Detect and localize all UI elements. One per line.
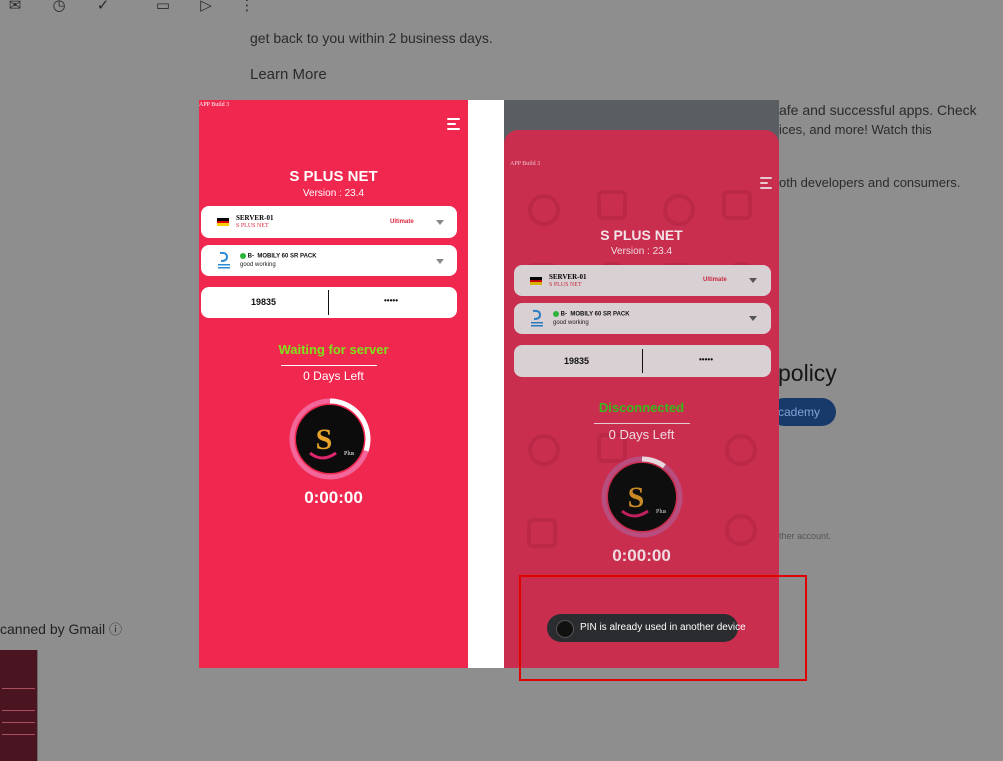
package-name-text: B- MOBILY 60 SR PACK (247, 253, 317, 260)
status-dot-icon (240, 253, 246, 259)
chevron-down-icon (749, 278, 757, 283)
add-task-icon[interactable]: ✓ (94, 0, 112, 14)
package-selector[interactable]: B- MOBILY 60 SR PACK good working (201, 245, 457, 276)
pin-field[interactable]: 19835 ••••• (201, 287, 457, 318)
mobily-logo-icon (218, 251, 230, 269)
germany-flag-icon (217, 218, 229, 226)
server-subtitle: S PLUS NET (549, 282, 582, 288)
chevron-down-icon (436, 259, 444, 264)
app-title: S PLUS NET (600, 227, 683, 243)
mobily-logo-icon (531, 309, 543, 327)
package-name-text: B- MOBILY 60 SR PACK (560, 311, 630, 318)
policy-heading: policy (778, 360, 837, 386)
days-left: 0 Days Left (303, 369, 364, 383)
pin-divider (328, 290, 329, 315)
pin-value[interactable]: 19835 (251, 297, 276, 307)
move-to-icon[interactable]: ▭ (154, 0, 172, 14)
gmail-toolbar: ✉ ◷ ✓ ▭ ▷ ⋮ (0, 0, 1003, 16)
status-dot-icon (553, 311, 559, 317)
session-timer: 0:00:00 (304, 488, 363, 507)
footer-text: ther account. (779, 531, 832, 541)
attachment-thumbnail[interactable] (0, 650, 38, 761)
status-underline (594, 423, 690, 424)
server-tier-label: Ultimate (703, 277, 727, 283)
pin-value[interactable]: 19835 (564, 356, 589, 366)
s-logo-icon: S (316, 423, 333, 456)
email-body-text: get back to you within 2 business days. (250, 30, 493, 46)
password-value[interactable]: ••••• (384, 296, 398, 305)
label-icon[interactable]: ▷ (197, 0, 215, 14)
server-subtitle: S PLUS NET (236, 223, 269, 229)
package-name: B- MOBILY 60 SR PACK (553, 311, 630, 318)
app-build-label: APP Build 3 (510, 161, 541, 167)
app-version: Version : 23.4 (610, 246, 673, 257)
server-selector[interactable]: SERVER-01 S PLUS NET Ultimate (514, 265, 771, 296)
password-value[interactable]: ••••• (699, 355, 713, 364)
scanned-text: canned by Gmail (0, 621, 106, 637)
chevron-down-icon (749, 316, 757, 321)
left-app-screenshot: APP Build 3 S PLUS NET Version : 23.4 SE… (199, 100, 468, 668)
connection-status: Waiting for server (278, 342, 389, 357)
svg-text:Plus: Plus (656, 509, 667, 515)
clock-icon[interactable]: ◷ (50, 0, 68, 14)
app-title: S PLUS NET (289, 168, 378, 185)
package-name: B- MOBILY 60 SR PACK (240, 253, 317, 260)
connect-button[interactable]: S Plus (600, 455, 684, 539)
connect-button[interactable]: S Plus (288, 397, 372, 481)
divider-panel (468, 100, 504, 668)
session-timer: 0:00:00 (612, 546, 671, 565)
pin-field[interactable]: 19835 ••••• (514, 345, 771, 377)
connect-ring[interactable]: S Plus (288, 397, 372, 481)
menu-icon[interactable] (760, 177, 772, 192)
highlight-box (519, 575, 807, 681)
mail-icon[interactable]: ✉ (6, 0, 24, 14)
connect-ring[interactable]: S Plus (600, 455, 684, 539)
server-name: SERVER-01 (236, 214, 274, 222)
scanned-by-gmail-label: canned by Gmail ⓘ (0, 619, 122, 638)
email-body-text: oth developers and consumers. (779, 175, 961, 190)
package-selector[interactable]: B- MOBILY 60 SR PACK good working (514, 303, 771, 334)
status-underline (281, 365, 377, 366)
days-left: 0 Days Left (608, 427, 675, 442)
pin-divider (642, 349, 643, 373)
server-name: SERVER-01 (549, 273, 587, 281)
package-subtitle: good working (553, 320, 589, 326)
academy-button[interactable]: cademy (770, 398, 836, 426)
chevron-down-icon (436, 220, 444, 225)
more-vert-icon[interactable]: ⋮ (238, 0, 256, 14)
connection-status: Disconnected (598, 400, 685, 415)
learn-more-link[interactable]: Learn More (250, 66, 327, 83)
package-subtitle: good working (240, 262, 276, 268)
s-logo-icon: S (628, 481, 645, 514)
email-body-text: afe and successful apps. Check (779, 102, 977, 118)
menu-icon[interactable] (447, 118, 460, 133)
server-selector[interactable]: SERVER-01 S PLUS NET Ultimate (201, 206, 457, 238)
svg-text:Plus: Plus (344, 451, 355, 457)
email-body-text: ices, and more! Watch this (779, 122, 932, 137)
app-version: Version : 23.4 (302, 188, 365, 199)
server-tier-label: Ultimate (390, 219, 414, 225)
app-build-label: APP Build 3 (199, 102, 230, 108)
info-icon[interactable]: ⓘ (109, 622, 122, 637)
germany-flag-icon (530, 277, 542, 285)
